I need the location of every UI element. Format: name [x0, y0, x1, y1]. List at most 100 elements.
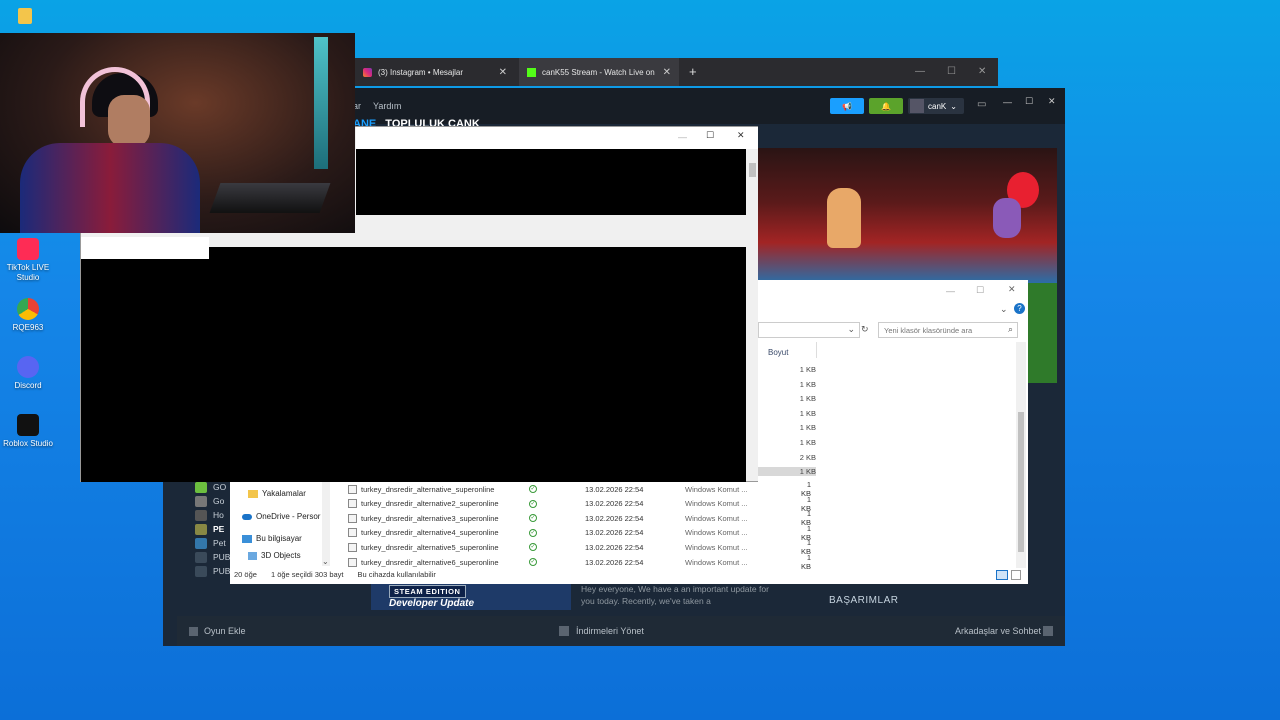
file-row[interactable]: turkey_dnsredir_alternative2_superonline… — [348, 495, 811, 513]
minimize-icon[interactable]: — — [1003, 97, 1012, 107]
tab-kick-stream[interactable]: canK55 Stream - Watch Live on ✕ — [519, 58, 679, 86]
file-size-cell: 1 KB — [799, 408, 816, 418]
minimize-icon[interactable]: — — [915, 66, 925, 77]
friends-chat-button[interactable]: Arkadaşlar ve Sohbet — [955, 626, 1041, 636]
bell-icon: 🔔 — [881, 101, 891, 111]
downloads-button[interactable]: İndirmeleri Yönet — [576, 626, 644, 636]
close-icon[interactable]: ✕ — [1008, 284, 1016, 295]
file-size-cell: 1 KB — [799, 365, 816, 374]
status-bar: 20 öğe 1 öğe seçildi 303 bayt Bu cihazda… — [234, 570, 1024, 582]
steam-footer: Oyun Ekle İndirmeleri Yönet Arkadaşlar v… — [177, 616, 1065, 646]
minimize-icon[interactable]: — — [678, 132, 687, 142]
sync-status-icon: ✓ — [529, 499, 537, 508]
details-view-icon[interactable] — [996, 570, 1008, 580]
desktop-icon-roblox-studio[interactable]: Roblox Studio — [0, 414, 56, 449]
notifications-button[interactable]: 🔔 — [869, 98, 903, 114]
file-size-cell: 1 KB — [799, 379, 816, 389]
sync-status-icon: ✓ — [529, 485, 537, 493]
game-icon — [195, 551, 207, 563]
new-tab-button[interactable]: + — [689, 64, 697, 79]
search-input[interactable]: Yeni klasör klasöründe ara ⌕ — [878, 322, 1018, 338]
menu-item-help[interactable]: Yardım — [373, 101, 401, 111]
desktop-icon-rqe963[interactable]: RQE963 — [0, 298, 56, 333]
desktop-icon-discord[interactable]: Discord — [0, 356, 56, 391]
game-icon — [195, 495, 207, 507]
file-date: 13.02.2026 22:54 — [585, 528, 644, 538]
batch-file-icon — [348, 542, 357, 552]
onedrive-icon — [242, 513, 252, 520]
popup-input-area[interactable] — [81, 237, 209, 259]
chevron-down-icon[interactable]: ⌄ — [847, 324, 855, 335]
news-badge: STEAM EDITION — [389, 585, 466, 598]
maximize-icon[interactable]: ☐ — [1025, 96, 1033, 107]
batch-file-icon — [348, 484, 357, 494]
file-type: Windows Komut ... — [685, 484, 748, 494]
file-row[interactable]: turkey_dnsredir_alternative5_superonline… — [348, 538, 811, 556]
file-row[interactable]: turkey_dnsredir_alternative3_superonline… — [348, 509, 811, 527]
roblox-icon — [17, 414, 39, 436]
megaphone-icon: 📢 — [842, 101, 852, 111]
close-icon[interactable]: ✕ — [663, 67, 671, 78]
file-type: Windows Komut ... — [685, 557, 748, 567]
announcements-button[interactable]: 📢 — [830, 98, 864, 114]
nav-scrollbar[interactable]: ⌄ — [322, 480, 330, 566]
file-size-cell: 1 KB — [799, 438, 816, 447]
person-shirt — [20, 143, 200, 233]
tiktok-icon — [17, 238, 39, 260]
sidebar-item-onedrive[interactable]: OneDrive - Persor — [242, 512, 320, 521]
file-scrollbar[interactable] — [1016, 342, 1026, 568]
file-row[interactable]: turkey_dnsredir_alternative4_superonline… — [348, 524, 811, 542]
news-card[interactable]: STEAM EDITION Developer Update — [371, 582, 571, 610]
close-icon[interactable]: ✕ — [1048, 96, 1056, 107]
scrollbar-thumb[interactable] — [749, 163, 756, 177]
maximize-icon[interactable]: ☐ — [976, 285, 984, 296]
kick-icon — [527, 67, 536, 77]
batch-file-icon — [348, 528, 357, 538]
chevron-down-icon[interactable]: ⌄ — [1000, 304, 1008, 315]
popup-titlebar: — ☐ ✕ — [356, 127, 758, 149]
sidebar-item-this-pc[interactable]: Bu bilgisayar — [242, 534, 302, 543]
search-placeholder: Yeni klasör klasöründe ara — [884, 326, 973, 335]
user-menu[interactable]: canK ⌄ — [908, 98, 964, 114]
file-row[interactable]: turkey_dnsredir_alternative_superonline ✓… — [348, 480, 811, 498]
file-name: turkey_dnsredir_alternative6_superonline — [361, 557, 499, 567]
sidebar-item-captures[interactable]: Yakalamalar — [248, 489, 306, 498]
desktop-folder-icon[interactable] — [18, 8, 32, 24]
close-icon[interactable]: ✕ — [499, 67, 507, 78]
refresh-icon[interactable]: ↻ — [861, 324, 869, 335]
chevron-down-icon: ⌄ — [950, 101, 957, 111]
address-bar[interactable]: ⌄ — [758, 322, 860, 338]
tiles-view-icon[interactable] — [1011, 570, 1021, 580]
game-art-lower — [1027, 283, 1057, 383]
status-count: 20 öğe — [234, 570, 257, 579]
close-icon[interactable]: ✕ — [978, 66, 986, 77]
file-name: turkey_dnsredir_alternative5_superonline — [361, 542, 499, 552]
webcam-overlay — [0, 33, 355, 233]
chat-icon — [1043, 626, 1053, 636]
nav-pane: Yakalamalar OneDrive - Persor Bu bilgisa… — [230, 482, 330, 568]
sidebar-item-3d-objects[interactable]: 3D Objects — [248, 551, 301, 560]
pc-icon — [242, 534, 252, 543]
tab-instagram[interactable]: (3) Instagram • Mesajlar ✕ — [355, 58, 515, 86]
maximize-icon[interactable]: ☐ — [706, 130, 714, 141]
chrome-icon — [17, 298, 39, 320]
status-selected: 1 öğe seçildi 303 bayt — [270, 570, 344, 579]
size-column-header[interactable]: Boyut — [768, 348, 788, 357]
file-type: Windows Komut ... — [685, 542, 748, 552]
minimize-icon[interactable]: — — [946, 286, 955, 296]
file-date: 13.02.2026 22:54 — [585, 513, 644, 523]
desktop-icon-tiktok[interactable]: TikTok LIVE Studio — [0, 238, 56, 283]
batch-file-icon — [348, 513, 357, 523]
big-picture-icon[interactable]: ▭ — [977, 99, 986, 110]
add-game-button[interactable]: Oyun Ekle — [204, 626, 246, 636]
scrollbar-thumb[interactable] — [1018, 412, 1024, 552]
status-availability: Bu cihazda kullanılabilir — [357, 570, 436, 579]
maximize-icon[interactable]: ☐ — [947, 66, 956, 77]
file-type: Windows Komut ... — [685, 528, 748, 538]
help-icon[interactable]: ? — [1014, 303, 1025, 314]
file-size-cell: 1 KB — [758, 467, 816, 477]
file-row[interactable]: turkey_dnsredir_alternative6_superonline… — [348, 553, 811, 571]
close-icon[interactable]: ✕ — [737, 130, 745, 141]
file-size-cell: 1 KB — [799, 423, 816, 433]
popup-scrollbar[interactable] — [747, 149, 758, 481]
